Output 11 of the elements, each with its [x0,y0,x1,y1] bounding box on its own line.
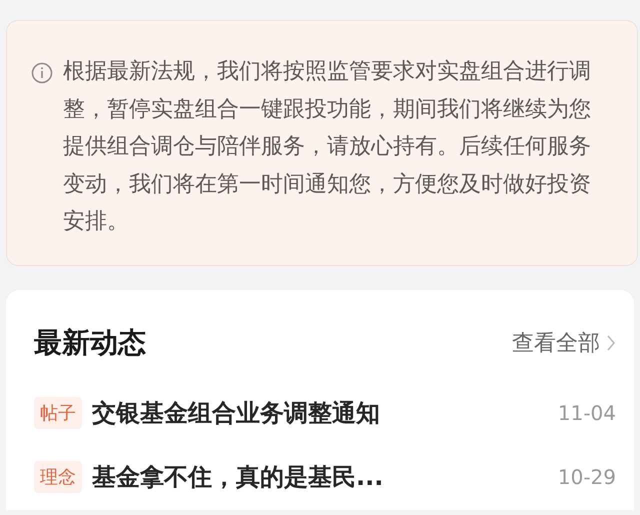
news-date: 11-04 [558,401,616,425]
section-title: 最新动态 [34,325,146,361]
category-tag: 理念 [34,461,82,493]
category-tag: 帖子 [34,397,82,429]
news-title[interactable]: 基金拿不住，真的是基民... [92,461,558,493]
info-icon [31,62,53,84]
news-date: 10-29 [558,465,616,489]
chevron-icon [606,334,616,352]
news-title[interactable]: 交银基金组合业务调整通知 [92,397,558,429]
notice-text: 根据最新法规，我们将按照监管要求对实盘组合进行调整，暂停实盘组合一键跟投功能，期间我们将继续为您提供组合调仓与陪伴服务，请放心持有。后续任何服务变动，我们将在第一时间通知您，方便您及时做好投资安排。 [63,58,592,236]
view-all-link[interactable]: 查看全部 [512,328,616,358]
